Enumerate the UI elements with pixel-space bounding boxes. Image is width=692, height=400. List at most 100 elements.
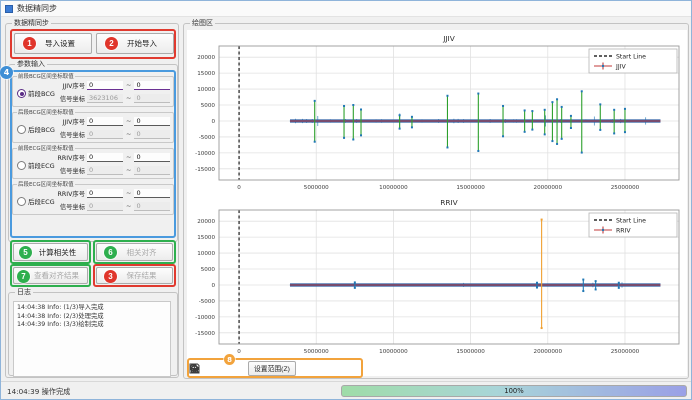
svg-text:0: 0: [211, 283, 215, 289]
svg-text:Start Line: Start Line: [616, 218, 646, 225]
rriv-seq-from-input[interactable]: 0: [87, 153, 123, 162]
set-range-button[interactable]: 设置范围(Z): [248, 361, 296, 376]
radio-label: 后段ECG: [28, 196, 55, 206]
title-bar: 数据精同步: [1, 1, 691, 17]
signal-coord-from-input[interactable]: 0: [87, 130, 123, 139]
jjiv-chart[interactable]: 0500000010000000150000002000000025000000…: [187, 32, 685, 194]
svg-text:-15000: -15000: [195, 331, 215, 337]
svg-text:Start Line: Start Line: [616, 54, 646, 61]
plot-area-title: 绘图区: [190, 19, 215, 28]
svg-text:25000000: 25000000: [611, 185, 640, 191]
tilde: ~: [126, 166, 131, 174]
start-import-label: 开始导入: [127, 38, 157, 49]
svg-text:5000: 5000: [201, 267, 216, 273]
svg-text:-5000: -5000: [199, 135, 216, 141]
svg-text:0: 0: [211, 119, 215, 125]
signal-coord-from-input[interactable]: 0: [87, 166, 123, 175]
svg-text:15000: 15000: [197, 235, 215, 241]
jjiv-seq-to-input[interactable]: 0: [134, 117, 170, 126]
front-bcg-radio[interactable]: [17, 89, 26, 98]
save-result-button[interactable]: 3 保存结果: [96, 267, 173, 284]
svg-text:20000000: 20000000: [534, 185, 563, 191]
tilde: ~: [126, 202, 131, 210]
rriv-seq-from-input[interactable]: 0: [87, 189, 123, 198]
svg-text:20000: 20000: [197, 55, 215, 61]
svg-text:0: 0: [237, 185, 241, 191]
tilde: ~: [126, 117, 131, 125]
signal-coord-to-input[interactable]: 0: [134, 166, 170, 175]
status-bar: 14:04:39 操作完成 100%: [1, 381, 691, 399]
plot-area-groupbox: 绘图区 050000001000000015000000200000002500…: [183, 23, 689, 379]
svg-text:20000: 20000: [197, 219, 215, 225]
svg-text:RRIV: RRIV: [440, 198, 458, 207]
calc-correlation-label: 计算相关性: [39, 247, 77, 258]
progress-bar: 100%: [341, 385, 687, 397]
rriv-seq-to-input[interactable]: 0: [134, 189, 170, 198]
calc-correlation-button[interactable]: 5 计算相关性: [13, 243, 88, 261]
params-group-title: 参数输入: [15, 60, 47, 69]
view-align-result-button[interactable]: 7 查看对齐结果: [13, 267, 88, 284]
import-settings-button[interactable]: 1 导入设置: [14, 33, 92, 54]
row1-label: RRIV序号: [53, 189, 85, 198]
badge-2: 2: [105, 37, 118, 50]
svg-text:0: 0: [237, 349, 241, 355]
rear-bcg-radio[interactable]: [17, 125, 26, 134]
pan-icon[interactable]: [301, 362, 314, 375]
rriv-seq-to-input[interactable]: 0: [134, 153, 170, 162]
log-textarea[interactable]: 14:04:38 Info: (1/3)导入完成 14:04:38 Info: …: [13, 301, 171, 377]
badge-7: 7: [17, 270, 30, 283]
save-icon[interactable]: [337, 362, 350, 375]
svg-text:-10000: -10000: [195, 315, 215, 321]
log-line: 14:04:38 Info: (2/3)处理完成: [17, 313, 167, 322]
badge-1: 1: [23, 37, 36, 50]
window-title: 数据精同步: [17, 3, 57, 14]
signal-coord-to-input[interactable]: 0: [134, 94, 170, 103]
signal-coord-to-input[interactable]: 0: [134, 202, 170, 211]
svg-text:10000: 10000: [197, 87, 215, 93]
zoom-icon[interactable]: [319, 362, 332, 375]
save-result-label: 保存结果: [127, 270, 157, 281]
row2-label: 信号坐标: [53, 166, 85, 175]
row1-label: JJIV序号: [53, 81, 85, 90]
svg-text:-15000: -15000: [195, 167, 215, 173]
tilde: ~: [126, 94, 131, 102]
sync-groupbox: 数据精同步 1 导入设置 2 开始导入 参数输入 4 前段BCG区间坐标取值 前…: [5, 23, 179, 378]
rear-ecg-radio[interactable]: [17, 197, 26, 206]
svg-text:15000: 15000: [197, 71, 215, 77]
tilde: ~: [126, 130, 131, 138]
correlation-align-button[interactable]: 6 相关对齐: [96, 243, 173, 261]
svg-text:15000000: 15000000: [456, 185, 485, 191]
svg-text:10000000: 10000000: [379, 185, 408, 191]
signal-coord-from-input[interactable]: 0: [87, 202, 123, 211]
radio-label: 前段ECG: [28, 160, 55, 170]
svg-text:RRIV: RRIV: [616, 228, 631, 235]
import-settings-label: 导入设置: [45, 38, 75, 49]
svg-text:-10000: -10000: [195, 151, 215, 157]
log-line: 14:04:38 Info: (1/3)导入完成: [17, 304, 167, 313]
jjiv-seq-to-input[interactable]: 0: [134, 81, 170, 90]
app-icon: [5, 5, 13, 13]
signal-coord-from-input[interactable]: 3623106: [87, 94, 123, 103]
section-rear-bcg: 后段BCG区间坐标取值 后段BCG JJIV序号 0 ~ 0 信号坐标 0 ~ …: [12, 112, 174, 143]
badge-4: 4: [0, 66, 13, 79]
back-arrow-icon[interactable]: [212, 362, 225, 375]
app-window: 数据精同步 数据精同步 1 导入设置 2 开始导入 参数输入 4 前段BCG区间…: [0, 0, 692, 400]
jjiv-seq-from-input[interactable]: 0: [87, 81, 123, 90]
jjiv-seq-from-input[interactable]: 0: [87, 117, 123, 126]
section-front-bcg: 前段BCG区间坐标取值 前段BCG JJIV序号 0 ~ 0 信号坐标 3623…: [12, 76, 174, 107]
signal-coord-to-input[interactable]: 0: [134, 130, 170, 139]
row1-label: RRIV序号: [53, 153, 85, 162]
front-ecg-radio[interactable]: [17, 161, 26, 170]
progress-label: 100%: [504, 387, 523, 395]
tilde: ~: [126, 81, 131, 89]
log-group-title: 日志: [15, 288, 33, 297]
set-range-label: 设置范围(Z): [254, 363, 290, 373]
start-import-button[interactable]: 2 开始导入: [96, 33, 174, 54]
row2-label: 信号坐标: [53, 202, 85, 211]
svg-text:25000000: 25000000: [611, 349, 640, 355]
radio-label: 后段BCG: [28, 124, 55, 134]
rriv-chart[interactable]: 0500000010000000150000002000000025000000…: [187, 196, 685, 358]
correlation-align-label: 相关对齐: [127, 247, 157, 258]
tilde: ~: [126, 153, 131, 161]
badge-8: 8: [224, 354, 235, 365]
